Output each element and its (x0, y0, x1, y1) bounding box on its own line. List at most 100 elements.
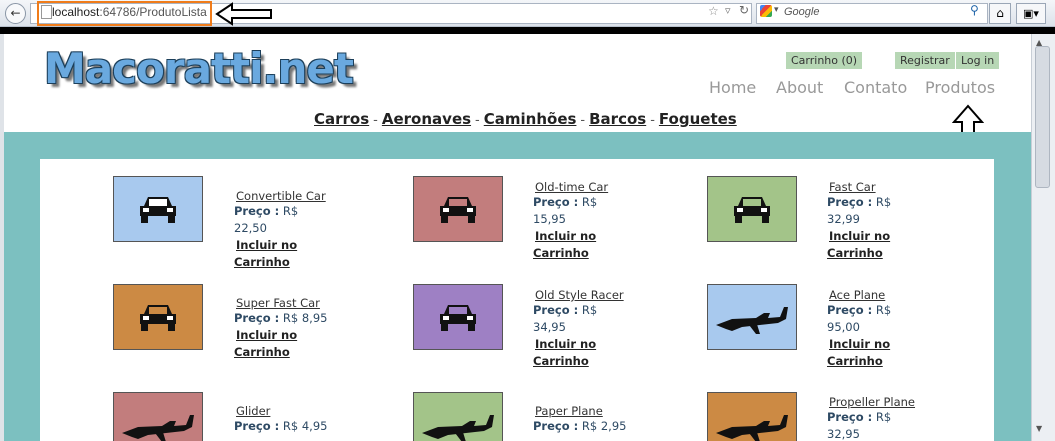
product-info: Convertible Car Preço : R$ 22,50 Incluir… (234, 189, 334, 271)
menu-icon[interactable]: ▣▾ (1016, 3, 1046, 24)
product-image[interactable] (413, 392, 503, 441)
home-icon[interactable]: ⌂ (989, 3, 1011, 24)
add-to-cart-line1: Incluir no (535, 337, 597, 351)
nav-about[interactable]: About (776, 78, 823, 97)
cart-button[interactable]: Carrinho (0) (786, 52, 863, 69)
scrollbar-thumb[interactable] (1035, 46, 1050, 188)
price-label: Preço : (827, 303, 873, 317)
site-logo[interactable]: Macoratti.net (44, 44, 354, 93)
scroll-down-icon[interactable]: ▼ (1036, 424, 1042, 433)
add-to-cart-line2: Carrinho (827, 246, 883, 260)
price-value-cont: 32,99 (827, 212, 860, 226)
add-to-cart-link[interactable]: Incluir no Carrinho (827, 336, 907, 370)
price-value: R$ (875, 195, 892, 209)
car-icon (440, 197, 476, 223)
plane-icon (716, 307, 788, 334)
price-label: Preço : (827, 410, 873, 424)
separator: - (580, 113, 586, 128)
category-foguetes[interactable]: Foguetes (659, 110, 737, 128)
product-info: Glider Preço : R$ 4,95 (234, 404, 334, 435)
left-arrow-annotation-icon (215, 2, 272, 26)
product-name-link[interactable]: Convertible Car (234, 189, 334, 203)
nav-contato[interactable]: Contato (844, 78, 907, 97)
product-info: Old Style Racer Preço : R$ 34,95 Incluir … (533, 288, 633, 370)
product-price: Preço : R$ 32,95 (827, 409, 927, 441)
product-image[interactable] (113, 284, 203, 350)
price-value-cont: 15,95 (533, 212, 566, 226)
bookmark-star-icon[interactable]: ☆ (708, 4, 719, 18)
history-chevron-icon[interactable]: ▿ (725, 4, 731, 17)
price-label: Preço : (827, 195, 873, 209)
product-price: Preço : R$ 22,50 (234, 203, 334, 237)
add-to-cart-line1: Incluir no (829, 229, 891, 243)
add-to-cart-link[interactable]: Incluir no Carrinho (533, 228, 613, 262)
product-price: Preço : R$ 34,95 (533, 302, 633, 336)
reload-icon[interactable]: ↻ (739, 3, 749, 17)
separator: - (373, 113, 378, 128)
category-carros[interactable]: Carros (314, 110, 369, 128)
price-value: R$ (875, 303, 892, 317)
nav-produtos[interactable]: Produtos (925, 78, 995, 97)
back-button[interactable]: ← (5, 3, 26, 24)
price-value: R$ 2,95 (581, 419, 627, 433)
product-card (707, 176, 797, 242)
add-to-cart-line1: Incluir no (829, 337, 891, 351)
add-to-cart-link[interactable]: Incluir no Carrinho (533, 336, 633, 370)
separator: - (475, 113, 480, 128)
product-price: Preço : R$ 8,95 (234, 310, 334, 327)
product-name-link[interactable]: Fast Car (827, 180, 907, 194)
product-card (113, 176, 203, 242)
plane-icon (716, 415, 788, 441)
add-to-cart-link[interactable]: Incluir no Carrinho (234, 327, 334, 361)
price-value: R$ (581, 303, 598, 317)
google-icon[interactable] (760, 5, 772, 17)
add-to-cart-line2: Carrinho (533, 246, 589, 260)
product-name-link[interactable]: Super Fast Car (234, 296, 334, 310)
product-image[interactable] (707, 284, 797, 350)
category-barcos[interactable]: Barcos (589, 110, 646, 128)
add-to-cart-link[interactable]: Incluir no Carrinho (234, 237, 334, 271)
login-button[interactable]: Log in (956, 52, 1000, 69)
product-image[interactable] (707, 176, 797, 242)
product-image[interactable] (113, 392, 203, 441)
separator: - (650, 113, 655, 128)
product-image[interactable] (113, 176, 203, 242)
bookmarks-bar (0, 27, 1055, 34)
price-label: Preço : (234, 311, 280, 325)
car-icon (440, 305, 476, 331)
car-icon (734, 197, 770, 223)
nav-home[interactable]: Home (709, 78, 756, 97)
search-engine-chevron-icon[interactable]: ▾ (774, 5, 779, 15)
product-price: Preço : R$ 95,00 (827, 302, 907, 336)
car-icon (140, 305, 176, 331)
price-value: R$ 4,95 (282, 419, 328, 433)
price-label: Preço : (234, 419, 280, 433)
product-image[interactable] (413, 284, 503, 350)
product-card (413, 392, 503, 441)
add-to-cart-line1: Incluir no (236, 238, 298, 252)
product-image[interactable] (707, 392, 797, 441)
add-to-cart-line1: Incluir no (535, 229, 597, 243)
product-price: Preço : R$ 15,95 (533, 194, 613, 228)
product-info: Propeller Plane Preço : R$ 32,95 (827, 395, 927, 441)
product-info: Fast Car Preço : R$ 32,99 Incluir no Carri… (827, 180, 907, 262)
search-icon[interactable]: ⚲ (970, 3, 979, 17)
product-name-link[interactable]: Old-time Car (533, 180, 613, 194)
product-name-link[interactable]: Propeller Plane (827, 395, 927, 409)
product-name-link[interactable]: Paper Plane (533, 404, 633, 418)
product-name-link[interactable]: Glider (234, 404, 334, 418)
category-aeronaves[interactable]: Aeronaves (382, 110, 471, 128)
register-button[interactable]: Registrar (895, 52, 955, 69)
product-name-link[interactable]: Old Style Racer (533, 288, 633, 302)
car-icon (140, 197, 176, 223)
product-name-link[interactable]: Ace Plane (827, 288, 907, 302)
price-label: Preço : (533, 419, 579, 433)
category-caminhoes[interactable]: Caminhões (484, 110, 577, 128)
price-value-cont: 32,95 (827, 427, 860, 441)
product-info: Super Fast Car Preço : R$ 8,95 Incluir n… (234, 296, 334, 361)
add-to-cart-link[interactable]: Incluir no Carrinho (827, 228, 907, 262)
price-value: R$ 8,95 (282, 311, 328, 325)
price-value: R$ (875, 410, 892, 424)
product-image[interactable] (413, 176, 503, 242)
price-value: R$ (581, 195, 598, 209)
